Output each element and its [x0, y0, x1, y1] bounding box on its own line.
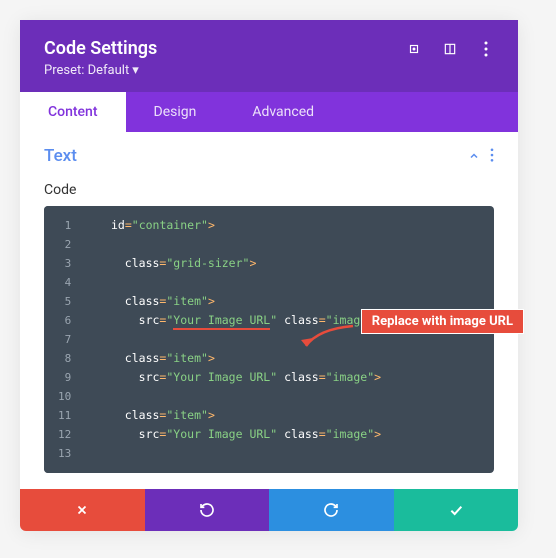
section-controls	[468, 147, 494, 166]
annotation-callout: Replace with image URL	[361, 309, 524, 334]
tab-bar: Content Design Advanced	[20, 92, 518, 132]
redo-icon	[323, 502, 339, 518]
preset-label: Preset: Default	[44, 63, 129, 78]
tab-advanced[interactable]: Advanced	[224, 92, 342, 132]
header-actions	[406, 41, 494, 57]
editor-container: Replace with image URL 12345678910111213…	[20, 206, 518, 489]
line-gutter: 12345678910111213	[44, 206, 79, 473]
expand-icon[interactable]	[406, 41, 422, 57]
tab-content[interactable]: Content	[20, 92, 126, 132]
modal-header: Code Settings Preset: Default▾	[20, 20, 518, 92]
modal-title: Code Settings	[44, 38, 157, 59]
close-icon	[75, 503, 89, 517]
check-icon	[448, 502, 464, 518]
preset-selector[interactable]: Preset: Default▾	[44, 63, 494, 78]
section-menu-icon[interactable]	[490, 147, 494, 166]
chevron-up-icon[interactable]	[468, 147, 480, 166]
code-field-label: Code	[20, 172, 518, 206]
caret-down-icon: ▾	[132, 63, 139, 78]
undo-button[interactable]	[145, 489, 270, 531]
confirm-button[interactable]	[394, 489, 519, 531]
header-row: Code Settings	[44, 38, 494, 59]
modal-footer	[20, 489, 518, 531]
section-title: Text	[44, 146, 77, 166]
menu-icon[interactable]	[478, 41, 494, 57]
annotation-arrow-icon	[298, 324, 358, 354]
code-editor[interactable]: 12345678910111213 id="container"> class=…	[44, 206, 494, 473]
undo-icon	[199, 502, 215, 518]
section-text: Text	[20, 132, 518, 172]
settings-modal: Code Settings Preset: Default▾ Content D…	[20, 20, 518, 531]
redo-button[interactable]	[269, 489, 394, 531]
tab-design[interactable]: Design	[126, 92, 225, 132]
panel-icon[interactable]	[442, 41, 458, 57]
cancel-button[interactable]	[20, 489, 145, 531]
section-header[interactable]: Text	[44, 146, 494, 166]
